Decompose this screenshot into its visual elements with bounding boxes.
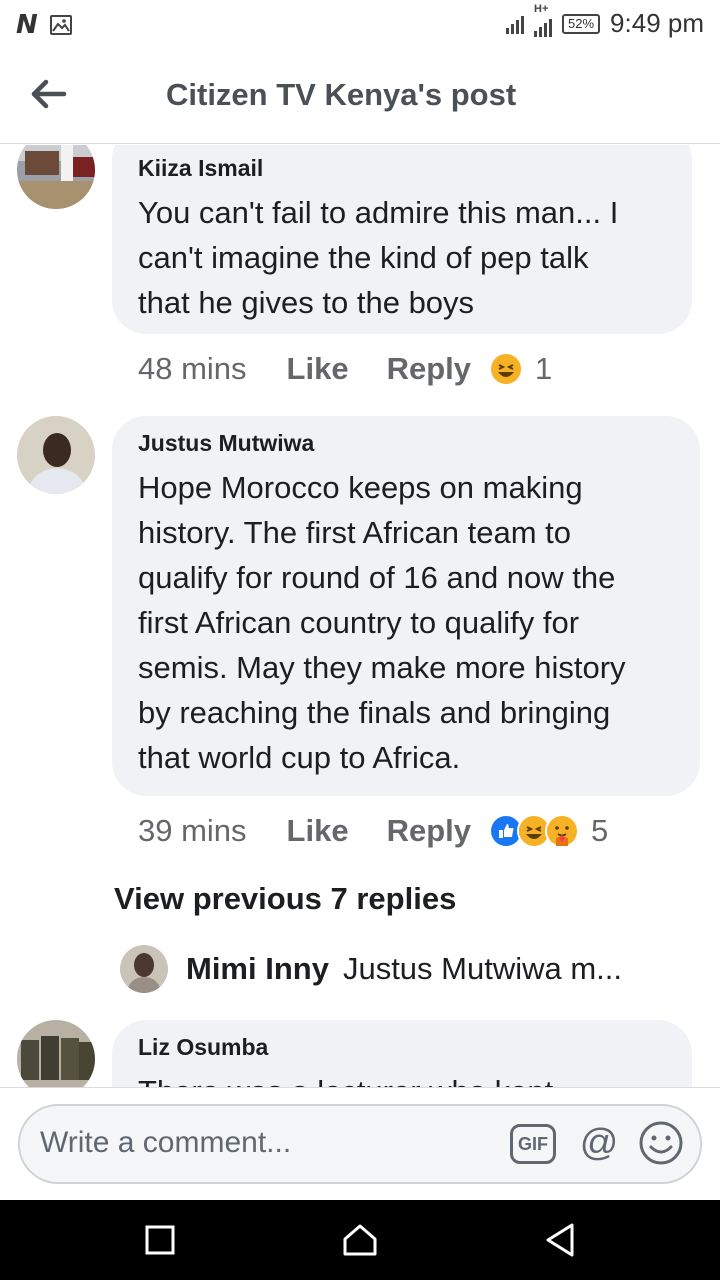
comment-text: There was a lecturer who kept <box>138 1069 666 1087</box>
comment-line: first African country to qualify for <box>138 605 580 640</box>
comment-author[interactable]: Liz Osumba <box>138 1034 666 1061</box>
page-title: Citizen TV Kenya's post <box>166 77 517 112</box>
care-reaction-icon <box>545 814 579 848</box>
comment-line: Hope Morocco keeps on making <box>138 470 583 505</box>
comment-meta: 39 mins Like Reply 5 <box>138 813 608 849</box>
comment-input[interactable]: Write a comment... <box>40 1126 291 1160</box>
recents-square-icon[interactable] <box>140 1220 180 1260</box>
reactions[interactable]: 1 <box>489 351 552 387</box>
reply-button[interactable]: Reply <box>387 351 471 387</box>
comment-author[interactable]: Justus Mutwiwa <box>138 430 674 457</box>
avatar[interactable] <box>17 145 95 209</box>
comment-line: semis. May they make more history <box>138 650 626 685</box>
comment-text: Hope Morocco keeps on making history. Th… <box>138 465 674 780</box>
comment-line: You can't fail to admire this man... I <box>138 195 619 230</box>
comment-meta: 48 mins Like Reply 1 <box>138 351 552 387</box>
image-icon <box>49 15 72 35</box>
reactions[interactable]: 5 <box>489 813 608 849</box>
network-type-label: H+ <box>534 2 549 15</box>
back-triangle-icon[interactable] <box>540 1220 580 1260</box>
like-button[interactable]: Like <box>287 351 349 387</box>
avatar[interactable] <box>17 416 95 494</box>
gif-button[interactable]: GIF <box>510 1124 556 1164</box>
reply-button[interactable]: Reply <box>387 813 471 849</box>
comment-line: by reaching the finals and bringing <box>138 695 611 730</box>
comment-line: that he gives to the boys <box>138 285 475 320</box>
avatar[interactable] <box>120 945 168 993</box>
view-previous-replies-link[interactable]: View previous 7 replies <box>114 881 456 917</box>
system-nav-bar <box>0 1200 720 1280</box>
like-button[interactable]: Like <box>287 813 349 849</box>
reply-preview-text: Justus Mutwiwa m... <box>342 951 623 986</box>
battery-indicator: 52% <box>562 13 601 34</box>
status-left: N <box>16 10 72 40</box>
comment-bubble: Liz Osumba There was a lecturer who kept <box>112 1020 692 1087</box>
comment-composer[interactable]: Write a comment... GIF @ <box>18 1104 702 1184</box>
arrow-left-icon[interactable] <box>28 74 68 114</box>
comment-author[interactable]: Kiiza Ismail <box>138 155 666 182</box>
avatar[interactable] <box>17 1020 95 1087</box>
comment-time[interactable]: 48 mins <box>138 351 247 387</box>
clock: 9:49 pm <box>610 8 704 38</box>
home-icon[interactable] <box>340 1220 380 1260</box>
comment-line: can't imagine the kind of pep talk <box>138 240 589 275</box>
status-right: H+ 52% 9:49 pm <box>506 3 704 39</box>
comment-line: that world cup to Africa. <box>138 740 461 775</box>
signal-icon-2: H+ <box>534 3 553 37</box>
comments-list: Kiiza Ismail You can't fail to admire th… <box>0 145 720 1087</box>
reply-preview[interactable]: Mimi Inny Justus Mutwiwa m... <box>120 945 622 993</box>
comment-composer-bar: Write a comment... GIF @ <box>0 1087 720 1200</box>
comment-time[interactable]: 39 mins <box>138 813 247 849</box>
signal-icon <box>506 14 525 34</box>
reaction-count: 1 <box>535 351 553 386</box>
post-header: Citizen TV Kenya's post <box>0 48 720 144</box>
comment-bubble: Kiiza Ismail You can't fail to admire th… <box>112 145 692 334</box>
smiley-icon[interactable] <box>638 1120 684 1166</box>
status-bar: N H+ 52% 9:49 pm <box>0 0 720 48</box>
reply-author[interactable]: Mimi Inny <box>186 951 329 987</box>
comment-bubble: Justus Mutwiwa Hope Morocco keeps on mak… <box>112 416 700 796</box>
mention-button[interactable]: @ <box>576 1120 622 1166</box>
comment-line: history. The first African team to <box>138 515 572 550</box>
comment-text: You can't fail to admire this man... I c… <box>138 190 666 325</box>
comment-line: qualify for round of 16 and now the <box>138 560 616 595</box>
haha-reaction-icon <box>489 352 523 386</box>
n-app-icon: N <box>16 10 38 40</box>
reaction-count: 5 <box>591 813 609 848</box>
